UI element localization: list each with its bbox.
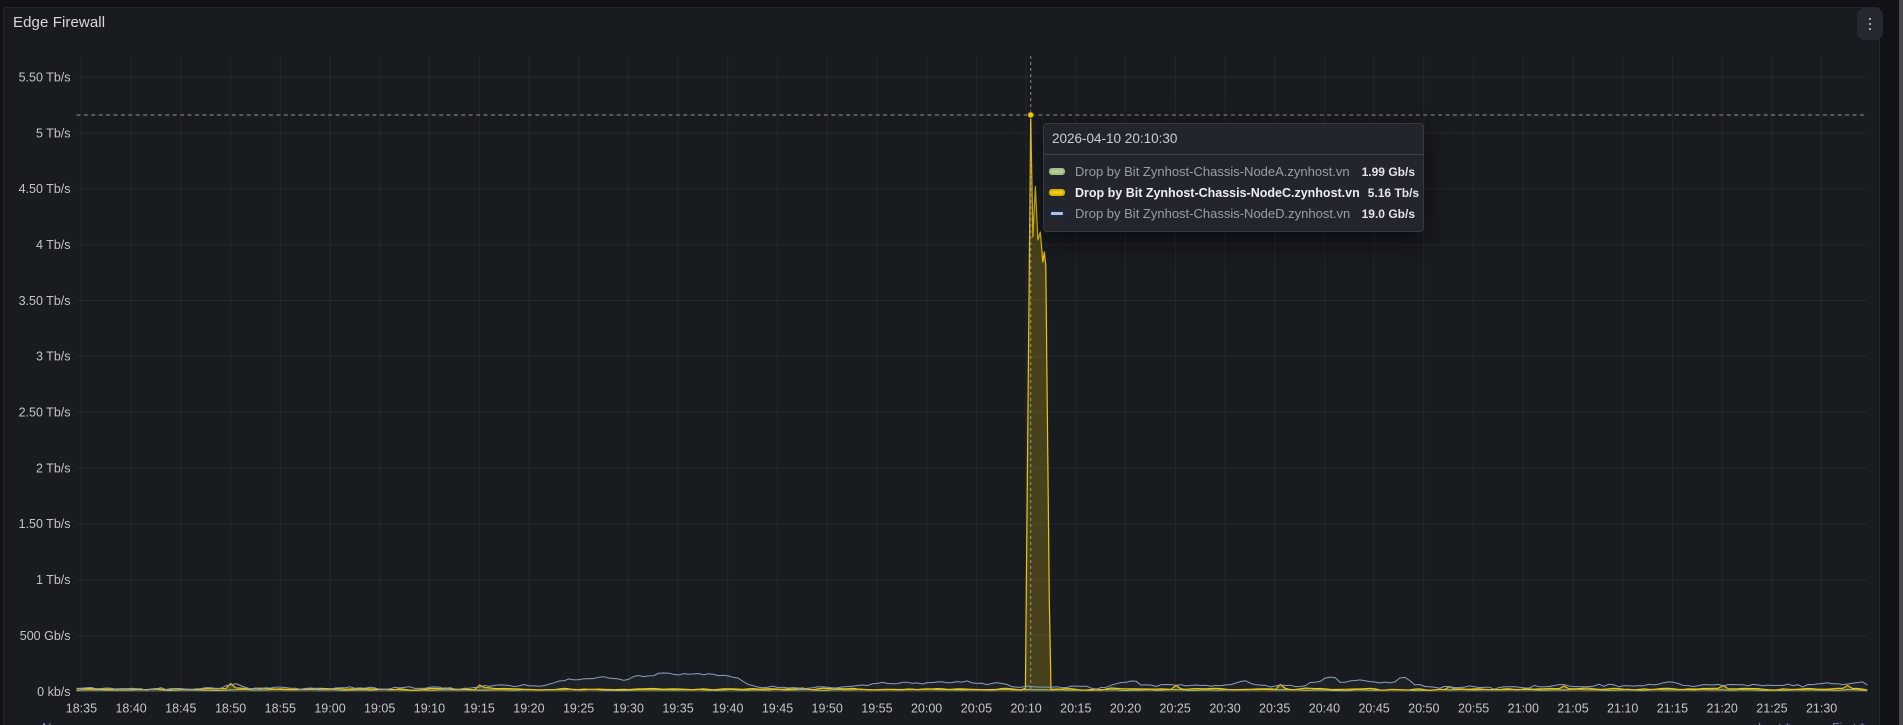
svg-text:19:35: 19:35 bbox=[662, 702, 693, 716]
svg-text:3.50 Tb/s: 3.50 Tb/s bbox=[19, 294, 71, 308]
svg-text:19:25: 19:25 bbox=[563, 702, 594, 716]
svg-text:18:45: 18:45 bbox=[165, 702, 196, 716]
svg-text:19:00: 19:00 bbox=[314, 702, 345, 716]
svg-text:20:05: 20:05 bbox=[961, 702, 992, 716]
svg-text:20:50: 20:50 bbox=[1408, 702, 1439, 716]
svg-text:18:35: 18:35 bbox=[66, 702, 97, 716]
svg-text:18:40: 18:40 bbox=[115, 702, 146, 716]
svg-text:20:15: 20:15 bbox=[1060, 702, 1091, 716]
svg-text:2 Tb/s: 2 Tb/s bbox=[36, 461, 71, 475]
svg-text:19:50: 19:50 bbox=[812, 702, 843, 716]
svg-text:18:55: 18:55 bbox=[265, 702, 296, 716]
svg-text:19:40: 19:40 bbox=[712, 702, 743, 716]
svg-text:20:10: 20:10 bbox=[1010, 702, 1041, 716]
svg-text:20:35: 20:35 bbox=[1259, 702, 1290, 716]
svg-text:19:55: 19:55 bbox=[861, 702, 892, 716]
svg-text:5.50 Tb/s: 5.50 Tb/s bbox=[19, 70, 71, 84]
svg-text:21:00: 21:00 bbox=[1508, 702, 1539, 716]
svg-text:4 Tb/s: 4 Tb/s bbox=[36, 238, 71, 252]
svg-text:19:45: 19:45 bbox=[762, 702, 793, 716]
svg-text:21:15: 21:15 bbox=[1657, 702, 1688, 716]
svg-text:20:20: 20:20 bbox=[1110, 702, 1141, 716]
svg-text:19:10: 19:10 bbox=[414, 702, 445, 716]
svg-text:20:40: 20:40 bbox=[1309, 702, 1340, 716]
svg-text:19:15: 19:15 bbox=[464, 702, 495, 716]
svg-text:1 Tb/s: 1 Tb/s bbox=[36, 573, 71, 587]
svg-text:21:30: 21:30 bbox=[1806, 702, 1837, 716]
svg-text:21:10: 21:10 bbox=[1607, 702, 1638, 716]
svg-text:20:25: 20:25 bbox=[1160, 702, 1191, 716]
svg-text:18:50: 18:50 bbox=[215, 702, 246, 716]
svg-text:19:30: 19:30 bbox=[613, 702, 644, 716]
svg-text:19:20: 19:20 bbox=[513, 702, 544, 716]
svg-text:3 Tb/s: 3 Tb/s bbox=[36, 350, 71, 364]
svg-text:21:25: 21:25 bbox=[1756, 702, 1787, 716]
svg-text:500 Gb/s: 500 Gb/s bbox=[20, 629, 71, 643]
svg-text:20:00: 20:00 bbox=[911, 702, 942, 716]
svg-text:20:55: 20:55 bbox=[1458, 702, 1489, 716]
svg-text:19:05: 19:05 bbox=[364, 702, 395, 716]
svg-text:21:05: 21:05 bbox=[1557, 702, 1588, 716]
svg-text:5 Tb/s: 5 Tb/s bbox=[36, 126, 71, 140]
svg-text:0 kb/s: 0 kb/s bbox=[37, 685, 70, 699]
svg-text:20:30: 20:30 bbox=[1209, 702, 1240, 716]
svg-text:21:20: 21:20 bbox=[1707, 702, 1738, 716]
svg-text:20:45: 20:45 bbox=[1358, 702, 1389, 716]
svg-text:1.50 Tb/s: 1.50 Tb/s bbox=[19, 517, 71, 531]
svg-text:2.50 Tb/s: 2.50 Tb/s bbox=[19, 406, 71, 420]
svg-text:4.50 Tb/s: 4.50 Tb/s bbox=[19, 182, 71, 196]
